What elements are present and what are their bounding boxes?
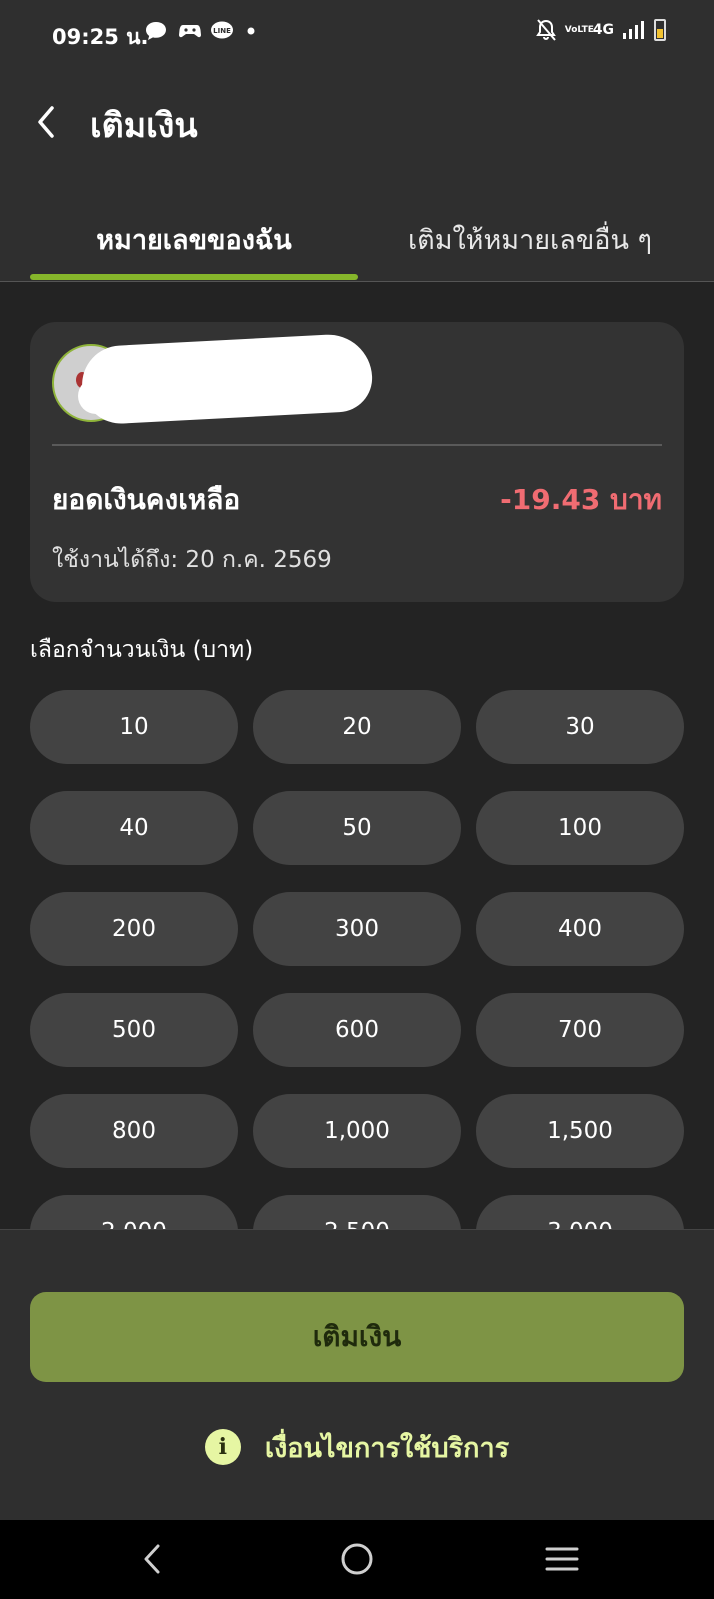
amount-option[interactable]: 2,500 — [253, 1195, 461, 1229]
page-title: เติมเงิน — [90, 106, 198, 146]
svg-text:LINE: LINE — [213, 27, 231, 35]
terms-link[interactable]: i เงื่อนไขการใช้บริการ — [0, 1422, 714, 1472]
battery-icon — [654, 19, 666, 41]
tabs-divider — [0, 281, 714, 282]
topup-button[interactable]: เติมเงิน — [30, 1292, 684, 1382]
amount-option[interactable]: 600 — [253, 993, 461, 1067]
amount-option[interactable]: 300 — [253, 892, 461, 966]
amount-option[interactable]: 30 — [476, 690, 684, 764]
chat-bubble-icon — [146, 22, 166, 40]
card-divider — [52, 444, 662, 446]
amount-option[interactable]: 2,000 — [30, 1195, 238, 1229]
amount-option[interactable]: 100 — [476, 791, 684, 865]
info-icon: i — [204, 1429, 241, 1465]
app-header: เติมเงิน — [0, 62, 714, 180]
nav-recents-button[interactable] — [532, 1534, 592, 1584]
amount-option[interactable]: 200 — [30, 892, 238, 966]
tab-other-number[interactable]: เติมให้หมายเลขอื่น ๆ — [370, 200, 690, 282]
mute-notification-icon — [535, 19, 556, 41]
amount-option[interactable]: 10 — [30, 690, 238, 764]
amount-list: 10 20 30 40 50 100 200 300 400 500 600 7… — [0, 690, 714, 1229]
terms-label: เงื่อนไขการใช้บริการ — [264, 1432, 510, 1464]
amount-grid: 10 20 30 40 50 100 200 300 400 500 600 7… — [30, 690, 684, 1229]
chevron-left-icon — [38, 106, 54, 138]
tab-bar: หมายเลขของฉัน เติมให้หมายเลขอื่น ๆ — [0, 200, 714, 282]
home-nav-icon — [341, 1543, 373, 1575]
balance-value: -19.43 บาท — [500, 483, 662, 516]
volte-indicator: VoLTE — [564, 25, 594, 35]
amount-section-label: เลือกจำนวนเงิน (บาท) — [30, 637, 254, 663]
status-bar: 09:25 น. LINE VoLTE 4G — [0, 0, 714, 62]
nav-home-button[interactable] — [327, 1534, 387, 1584]
back-button[interactable] — [28, 100, 64, 144]
bottom-panel: เติมเงิน i เงื่อนไขการใช้บริการ — [0, 1229, 714, 1520]
system-nav-bar — [0, 1520, 714, 1599]
dot-icon — [247, 27, 255, 35]
amount-option[interactable]: 20 — [253, 690, 461, 764]
redaction-mark — [78, 378, 268, 414]
validity-date: ใช้งานได้ถึง: 20 ก.ค. 2569 — [52, 547, 332, 573]
balance-card: ยอดเงินคงเหลือ -19.43 บาท ใช้งานได้ถึง: … — [30, 322, 684, 602]
status-right-group: VoLTE 4G — [535, 18, 666, 42]
line-app-icon: LINE — [211, 21, 233, 39]
amount-option[interactable]: 700 — [476, 993, 684, 1067]
amount-option[interactable]: 400 — [476, 892, 684, 966]
active-tab-indicator — [30, 274, 358, 280]
amount-option[interactable]: 50 — [253, 791, 461, 865]
game-controller-icon — [179, 25, 201, 38]
status-time: 09:25 น. — [52, 25, 149, 49]
tab-my-number[interactable]: หมายเลขของฉัน — [30, 200, 358, 282]
amount-option[interactable]: 1,500 — [476, 1094, 684, 1168]
amount-option[interactable]: 40 — [30, 791, 238, 865]
amount-option[interactable]: 3,000 — [476, 1195, 684, 1229]
recents-nav-icon — [545, 1547, 579, 1571]
signal-icon — [623, 21, 644, 39]
amount-option[interactable]: 1,000 — [253, 1094, 461, 1168]
balance-label: ยอดเงินคงเหลือ — [52, 483, 241, 516]
back-nav-icon — [144, 1544, 160, 1574]
amount-option[interactable]: 800 — [30, 1094, 238, 1168]
amount-option[interactable]: 500 — [30, 993, 238, 1067]
nav-back-button[interactable] — [122, 1534, 182, 1584]
network-type: 4G — [592, 22, 614, 38]
